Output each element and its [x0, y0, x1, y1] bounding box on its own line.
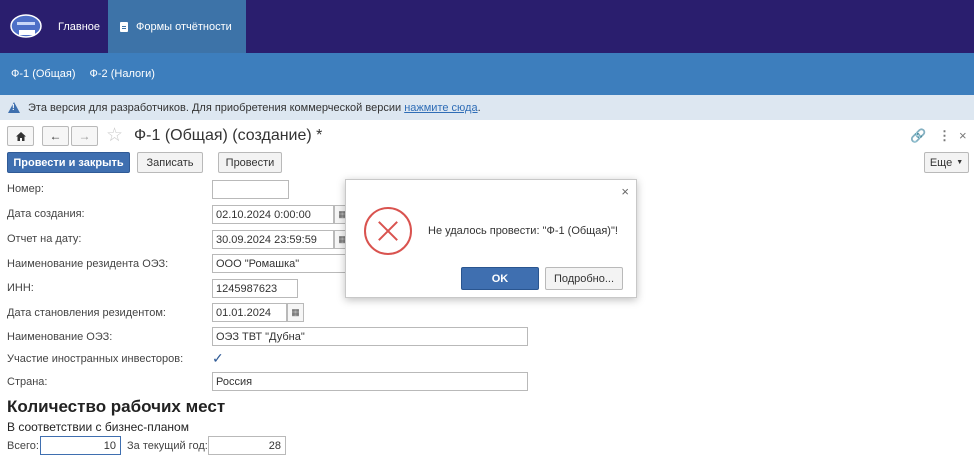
resident-name-field[interactable]: ООО "Ромашка"	[212, 254, 346, 273]
report-date-field[interactable]: 30.09.2024 23:59:59	[212, 230, 334, 249]
error-icon	[364, 207, 412, 255]
back-arrow-icon: ←	[49, 129, 62, 143]
total-label: Всего:	[7, 440, 39, 452]
post-button[interactable]: Провести	[218, 152, 282, 173]
toolbar: Провести и закрыть Записать Провести Еще…	[0, 152, 974, 174]
notice-suffix: .	[477, 101, 481, 114]
tab-report-forms[interactable]: Формы отчётности	[108, 0, 246, 53]
report-date-label: Отчет на дату:	[7, 233, 82, 245]
jobs-subheading: В соответствии с бизнес-планом	[7, 420, 189, 434]
notice-link[interactable]: нажмите сюда	[404, 102, 477, 114]
close-icon[interactable]: ×	[959, 128, 967, 143]
resident-date-label: Дата становления резидентом:	[7, 307, 166, 319]
details-button[interactable]: Подробно...	[545, 267, 623, 290]
chevron-down-icon: ▼	[956, 159, 964, 166]
forward-arrow-icon: →	[78, 129, 91, 143]
tab-home-label: Главное	[58, 20, 101, 33]
save-button[interactable]: Записать	[137, 152, 203, 173]
page-title: Ф-1 (Общая) (создание) *	[134, 127, 323, 144]
top-bar: Главное Формы отчётности	[0, 0, 974, 53]
section-nav: Ф-1 (Общая) Ф-2 (Налоги)	[0, 53, 974, 95]
more-label: Еще	[929, 156, 953, 169]
total-field[interactable]: 10	[40, 436, 121, 455]
link-icon[interactable]: 🔗	[910, 128, 926, 144]
back-button[interactable]: ←	[42, 126, 69, 146]
oez-name-field[interactable]: ОЭЗ ТВТ "Дубна"	[212, 327, 528, 346]
document-icon	[120, 21, 128, 32]
number-label: Номер:	[7, 183, 44, 195]
forward-button[interactable]: →	[71, 126, 98, 146]
jobs-heading: Количество рабочих мест	[7, 397, 226, 416]
developer-notice: Эта версия для разработчиков. Для приобр…	[0, 95, 974, 120]
notice-text: Эта версия для разработчиков. Для приобр…	[28, 101, 402, 114]
tab-report-forms-label: Формы отчётности	[136, 20, 232, 33]
oez-name-label: Наименование ОЭЗ:	[7, 331, 113, 343]
foreign-investors-label: Участие иностранных инвесторов:	[7, 353, 184, 365]
home-button[interactable]	[7, 126, 34, 146]
resident-name-label: Наименование резидента ОЭЗ:	[7, 258, 169, 270]
tab-home[interactable]: Главное	[46, 0, 112, 53]
app-logo-icon[interactable]	[10, 10, 42, 42]
created-date-field[interactable]: 02.10.2024 0:00:00	[212, 205, 334, 224]
current-year-field[interactable]: 28	[208, 436, 286, 455]
close-icon[interactable]: ×	[621, 184, 629, 199]
post-and-close-button[interactable]: Провести и закрыть	[7, 152, 130, 173]
calendar-icon[interactable]: ▦	[287, 303, 304, 322]
document-header: ← → ☆ Ф-1 (Общая) (создание) * 🔗 ⋮ ×	[0, 124, 974, 148]
more-dropdown-button[interactable]: Еще ▼	[924, 152, 969, 173]
ok-button[interactable]: OK	[461, 267, 539, 290]
created-date-label: Дата создания:	[7, 208, 85, 220]
inn-field[interactable]: 1245987623	[212, 279, 298, 298]
section-item-f1[interactable]: Ф-1 (Общая)	[11, 68, 76, 80]
current-year-label: За текущий год:	[127, 440, 208, 452]
country-label: Страна:	[7, 376, 48, 388]
country-field[interactable]: Россия	[212, 372, 528, 391]
inn-label: ИНН:	[7, 282, 34, 294]
warning-icon	[8, 102, 20, 113]
foreign-investors-checkbox[interactable]: ✓	[212, 350, 224, 367]
section-item-f2[interactable]: Ф-2 (Налоги)	[90, 68, 155, 80]
error-message: Не удалось провести: "Ф-1 (Общая)"!	[428, 225, 618, 237]
star-icon[interactable]: ☆	[106, 124, 123, 147]
home-icon	[15, 131, 26, 141]
error-dialog: × Не удалось провести: "Ф-1 (Общая)"! OK…	[345, 179, 637, 298]
more-vertical-icon[interactable]: ⋮	[938, 128, 951, 144]
number-field[interactable]	[212, 180, 289, 199]
resident-date-field[interactable]: 01.01.2024	[212, 303, 287, 322]
